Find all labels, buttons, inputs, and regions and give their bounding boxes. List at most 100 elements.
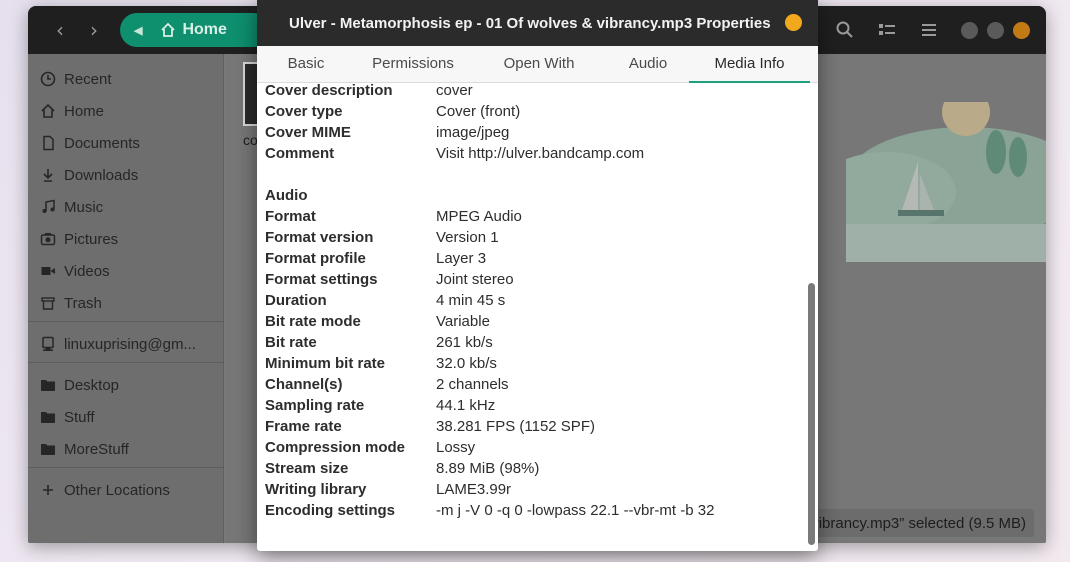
media-info-row: Format settings Joint stereo bbox=[265, 271, 795, 292]
scrollbar-thumb[interactable] bbox=[808, 283, 815, 545]
sidebar-item-desktop[interactable]: Desktop bbox=[28, 370, 224, 400]
media-info-row: Format profile Layer 3 bbox=[265, 250, 795, 271]
path-bar-home[interactable]: ◀ Home bbox=[120, 13, 270, 47]
sidebar-item-label: Home bbox=[64, 102, 105, 120]
media-info-key: Duration bbox=[265, 292, 327, 309]
media-info-key: Minimum bit rate bbox=[265, 355, 386, 372]
media-info-value: Visit http://ulver.bandcamp.com bbox=[436, 145, 645, 162]
sidebar-item-label: Downloads bbox=[64, 166, 139, 184]
media-info-row: Audio bbox=[265, 187, 795, 208]
tab-bar: Basic Permissions Open With Audio Media … bbox=[257, 46, 818, 83]
media-info-key: Comment bbox=[265, 145, 335, 162]
media-info-key: Cover type bbox=[265, 103, 343, 120]
media-info-key: Channel(s) bbox=[265, 376, 343, 393]
menu-icon[interactable] bbox=[918, 19, 940, 41]
document-icon bbox=[39, 134, 57, 152]
download-icon bbox=[39, 166, 57, 184]
dialog-titlebar[interactable]: Ulver - Metamorphosis ep - 01 Of wolves … bbox=[257, 0, 818, 46]
back-button[interactable]: ‹ bbox=[46, 16, 74, 44]
media-info-key: Format version bbox=[265, 229, 374, 246]
tab-open-with[interactable]: Open With bbox=[471, 46, 607, 83]
media-info-value: 32.0 kb/s bbox=[436, 355, 497, 372]
media-info-row: Frame rate 38.281 FPS (1152 SPF) bbox=[265, 418, 795, 439]
media-info-row: Cover description cover bbox=[265, 84, 795, 103]
sidebar-item-downloads[interactable]: Downloads bbox=[28, 160, 224, 190]
media-info-value: Layer 3 bbox=[436, 250, 487, 267]
tab-audio[interactable]: Audio bbox=[607, 46, 689, 83]
sidebar-item-trash[interactable]: Trash bbox=[28, 288, 224, 318]
sidebar-item-label: Pictures bbox=[64, 230, 119, 248]
music-icon bbox=[39, 198, 57, 216]
media-info-row bbox=[265, 166, 795, 187]
media-info-row: Compression mode Lossy bbox=[265, 439, 795, 460]
sidebar: Recent Home Documents Downloads Music Pi… bbox=[28, 54, 224, 543]
media-info-key: Format bbox=[265, 208, 316, 225]
sidebar-item-home[interactable]: Home bbox=[28, 96, 224, 126]
sidebar-item-documents[interactable]: Documents bbox=[28, 128, 224, 158]
sidebar-item-label: Other Locations bbox=[64, 481, 170, 499]
search-icon[interactable] bbox=[834, 19, 856, 41]
sidebar-item-videos[interactable]: Videos bbox=[28, 256, 224, 286]
minimize-button[interactable] bbox=[961, 22, 978, 39]
sidebar-item-label: linuxuprising@gm... bbox=[64, 335, 196, 353]
tab-basic[interactable]: Basic bbox=[257, 46, 355, 83]
media-info-row: Bit rate 261 kb/s bbox=[265, 334, 795, 355]
sidebar-item-label: Trash bbox=[64, 294, 102, 312]
forward-button[interactable]: › bbox=[80, 16, 108, 44]
media-info-key: Cover MIME bbox=[265, 124, 351, 141]
media-info-row: Cover MIME image/jpeg bbox=[265, 124, 795, 145]
sidebar-item-stuff[interactable]: Stuff bbox=[28, 402, 224, 432]
media-info-value: image/jpeg bbox=[436, 124, 510, 141]
media-info-value: 44.1 kHz bbox=[436, 397, 496, 414]
tab-media-info[interactable]: Media Info bbox=[689, 46, 810, 83]
sidebar-item-morestuff[interactable]: MoreStuff bbox=[28, 434, 224, 464]
media-info-value: -m j -V 0 -q 0 -lowpass 22.1 --vbr-mt -b… bbox=[436, 502, 715, 519]
media-info-row: Cover type Cover (front) bbox=[265, 103, 795, 124]
sidebar-item-recent[interactable]: Recent bbox=[28, 64, 224, 94]
media-info-key: Encoding settings bbox=[265, 502, 396, 519]
media-info-value: Joint stereo bbox=[436, 271, 514, 288]
media-info-value: 261 kb/s bbox=[436, 334, 493, 351]
media-info-key: Bit rate mode bbox=[265, 313, 361, 330]
media-info-key: Sampling rate bbox=[265, 397, 365, 414]
media-info-value: MPEG Audio bbox=[436, 208, 522, 225]
media-info-value: 38.281 FPS (1152 SPF) bbox=[436, 418, 595, 435]
media-info-row: Stream size 8.89 MiB (98%) bbox=[265, 460, 795, 481]
sidebar-item-label: Desktop bbox=[64, 376, 120, 394]
plus-icon bbox=[39, 481, 57, 499]
media-info-key: Format settings bbox=[265, 271, 378, 288]
media-info-key: Bit rate bbox=[265, 334, 317, 351]
media-info-row: Format MPEG Audio bbox=[265, 208, 795, 229]
sidebar-divider bbox=[28, 321, 224, 322]
video-icon bbox=[39, 262, 57, 280]
account-icon bbox=[39, 335, 57, 353]
maximize-button[interactable] bbox=[987, 22, 1004, 39]
sidebar-item-label: Recent bbox=[64, 70, 112, 88]
view-options-icon[interactable] bbox=[876, 19, 898, 41]
media-info-row: Minimum bit rate 32.0 kb/s bbox=[265, 355, 795, 376]
media-info-value: LAME3.99r bbox=[436, 481, 512, 498]
media-info-row: Sampling rate 44.1 kHz bbox=[265, 397, 795, 418]
sidebar-item-music[interactable]: Music bbox=[28, 192, 224, 222]
sidebar-item-account[interactable]: linuxuprising@gm... bbox=[28, 329, 224, 359]
home-icon bbox=[161, 22, 176, 37]
close-button[interactable] bbox=[1013, 22, 1030, 39]
sidebar-item-label: MoreStuff bbox=[64, 440, 129, 458]
media-info-row: Encoding settings -m j -V 0 -q 0 -lowpass… bbox=[265, 502, 795, 523]
media-info-value: Version 1 bbox=[436, 229, 499, 246]
sidebar-item-other-locations[interactable]: Other Locations bbox=[28, 475, 224, 505]
tab-permissions[interactable]: Permissions bbox=[355, 46, 471, 83]
media-info-row: Writing library LAME3.99r bbox=[265, 481, 795, 502]
clock-icon bbox=[39, 70, 57, 88]
sidebar-item-pictures[interactable]: Pictures bbox=[28, 224, 224, 254]
media-info-row: Comment Visit http://ulver.bandcamp.com bbox=[265, 145, 795, 166]
media-info-value: cover bbox=[436, 84, 473, 99]
media-info-key: Stream size bbox=[265, 460, 349, 477]
dialog-close-button[interactable] bbox=[785, 14, 802, 31]
media-info-value: Cover (front) bbox=[436, 103, 521, 120]
sidebar-divider bbox=[28, 467, 224, 468]
path-left-arrow-icon[interactable]: ◀ bbox=[134, 24, 142, 37]
home-icon bbox=[39, 102, 57, 120]
sidebar-item-label: Videos bbox=[64, 262, 110, 280]
media-info-row: Duration 4 min 45 s bbox=[265, 292, 795, 313]
